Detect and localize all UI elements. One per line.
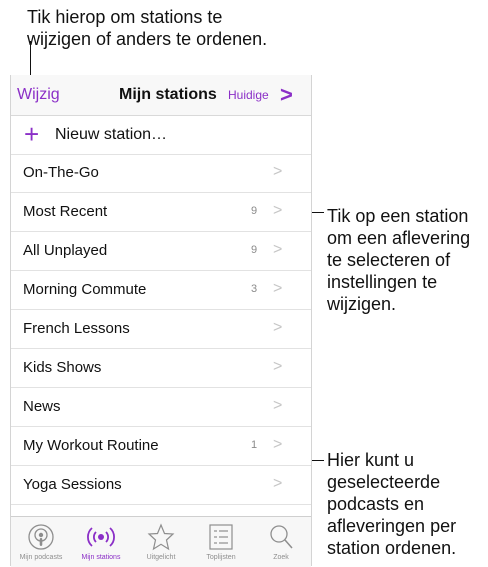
station-label: All Unplayed <box>23 242 108 259</box>
station-list: On-The-Go > Most Recent 9 > All Unplayed… <box>11 154 311 505</box>
chevron-right-icon: > <box>273 202 283 219</box>
callout-line: instellingen te <box>327 272 438 292</box>
episode-count: 9 <box>251 205 258 217</box>
station-row[interactable]: Most Recent 9 > <box>11 193 311 232</box>
station-label: News <box>23 398 61 415</box>
tab-label: Mijn stations <box>81 554 121 561</box>
callout-line: station ordenen. <box>327 538 457 558</box>
podcast-icon <box>27 523 55 556</box>
station-label: Kids Shows <box>23 359 102 376</box>
station-row[interactable]: All Unplayed 9 > <box>11 232 311 271</box>
tab-featured[interactable]: Uitgelicht <box>131 517 191 567</box>
station-row[interactable]: On-The-Go > <box>11 154 311 193</box>
chevron-right-icon: > <box>273 475 283 492</box>
plus-icon: + <box>24 119 40 149</box>
station-label: Yoga Sessions <box>23 476 122 493</box>
callout-line: wijzigen of anders te ordenen. <box>27 29 268 49</box>
tab-label: Toplijsten <box>206 554 236 561</box>
station-icon <box>86 523 116 556</box>
callout-edit: Tik hierop om stations te wijzigen of an… <box>27 6 327 50</box>
page-title: Mijn stations <box>119 86 217 103</box>
new-station-button[interactable]: + Nieuw station… <box>11 116 311 155</box>
callout-line: Tik hierop om stations te <box>27 7 223 27</box>
callout-line: te selecteren of <box>327 250 451 270</box>
chevron-right-icon: > <box>273 163 283 180</box>
station-label: Morning Commute <box>23 281 147 298</box>
tab-label: Zoek <box>273 554 289 561</box>
list-icon <box>208 523 234 556</box>
tab-label: Uitgelicht <box>146 554 176 561</box>
tab-top-charts[interactable]: Toplijsten <box>191 517 251 567</box>
station-label: Most Recent <box>23 203 108 220</box>
navigation-bar: Wijzig Mijn stations Huidige > <box>11 75 311 116</box>
chevron-right-icon: > <box>273 397 283 414</box>
callout-reorder: Hier kunt u geselecteerde podcasts en af… <box>327 449 487 559</box>
new-station-label: Nieuw station… <box>55 126 168 143</box>
chevron-right-icon: > <box>273 280 283 297</box>
chevron-right-icon: > <box>273 358 283 375</box>
station-row[interactable]: Yoga Sessions > <box>11 466 311 505</box>
current-button[interactable]: Huidige <box>228 88 269 102</box>
station-row[interactable]: Morning Commute 3 > <box>11 271 311 310</box>
tab-label: Mijn podcasts <box>19 554 63 561</box>
phone-screen: Wijzig Mijn stations Huidige > + Nieuw s… <box>10 75 312 567</box>
chevron-right-icon[interactable]: > <box>280 82 293 108</box>
episode-count: 1 <box>251 439 258 451</box>
callout-line: wijzigen. <box>327 294 397 314</box>
station-row[interactable]: Kids Shows > <box>11 349 311 388</box>
episode-count: 9 <box>251 244 258 256</box>
tab-my-podcasts[interactable]: Mijn podcasts <box>11 517 71 567</box>
callout-line: afleveringen per <box>327 516 457 536</box>
tab-bar: Mijn podcasts Mijn stations Uitgelicht T… <box>11 516 311 567</box>
callout-line: Hier kunt u <box>327 450 415 470</box>
edit-button[interactable]: Wijzig <box>17 86 60 104</box>
chevron-right-icon: > <box>273 319 283 336</box>
station-label: My Workout Routine <box>23 437 159 454</box>
tab-search[interactable]: Zoek <box>251 517 311 567</box>
station-row[interactable]: My Workout Routine 1 > <box>11 427 311 466</box>
callout-line: Tik op een station <box>327 206 469 226</box>
callout-line: geselecteerde <box>327 472 441 492</box>
callout-line: om een aflevering <box>327 228 471 248</box>
episode-count: 3 <box>251 283 258 295</box>
star-icon <box>147 523 175 556</box>
station-label: French Lessons <box>23 320 130 337</box>
chevron-right-icon: > <box>273 241 283 258</box>
station-row[interactable]: French Lessons > <box>11 310 311 349</box>
station-row[interactable]: News > <box>11 388 311 427</box>
search-icon <box>267 523 295 556</box>
tab-my-stations[interactable]: Mijn stations <box>71 517 131 567</box>
station-label: On-The-Go <box>23 164 99 181</box>
chevron-right-icon: > <box>273 436 283 453</box>
callout-line: podcasts en <box>327 494 425 514</box>
callout-station: Tik op een station om een aflevering te … <box>327 205 487 315</box>
